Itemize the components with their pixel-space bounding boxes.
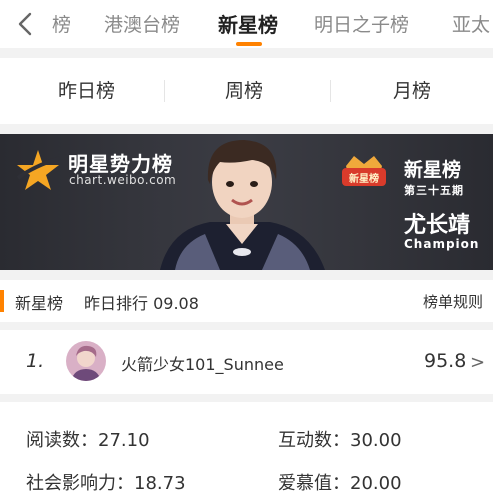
star-logo-icon (14, 148, 62, 196)
stats-panel: 阅读数：27.10 互动数：30.00 社会影响力：18.73 爱慕值：20.0… (0, 402, 493, 503)
section-date: 昨日排行 09.08 (84, 294, 199, 313)
section-accent-bar (0, 290, 4, 312)
divider (164, 80, 165, 102)
back-icon[interactable] (16, 12, 36, 36)
tab-tomorrow-son[interactable]: 明日之子榜 (314, 12, 409, 38)
section-title: 新星榜 (15, 294, 64, 313)
entry-name: 火箭少女101_Sunnee (121, 355, 284, 374)
rank-number: 1. (26, 350, 45, 372)
banner-rank-title: 新星榜 (404, 159, 462, 181)
stat-reading: 阅读数：27.10 (26, 430, 150, 451)
ranking-entry[interactable]: 1. 火箭少女101_Sunnee 95.8 > (0, 330, 493, 394)
tab-asia-pacific[interactable]: 亚太 (452, 12, 490, 38)
svg-text:新星榜: 新星榜 (349, 172, 379, 185)
ranking-header: 新星榜 昨日排行 09.08 榜单规则 (0, 280, 493, 322)
avatar[interactable] (66, 341, 106, 381)
tab-weekly[interactable]: 周榜 (225, 79, 263, 103)
tab-hk-macao-taiwan[interactable]: 港澳台榜 (104, 12, 180, 38)
top-nav: 榜 港澳台榜 新星榜 明日之子榜 亚太 (0, 0, 493, 48)
period-tabs: 昨日榜 周榜 月榜 (0, 58, 493, 124)
banner-champion-label: Champion (404, 237, 480, 251)
new-star-badge-icon: 新星榜 (340, 152, 388, 196)
tab-partial[interactable]: 榜 (52, 12, 71, 38)
tab-new-star[interactable]: 新星榜 (218, 12, 278, 38)
stat-love: 爱慕值：20.00 (278, 473, 402, 494)
tab-yesterday[interactable]: 昨日榜 (58, 79, 115, 103)
banner-winner-name: 尤长靖 (404, 213, 471, 238)
divider (330, 80, 331, 102)
champion-photo (150, 134, 330, 274)
banner-rank-issue: 第三十五期 (404, 184, 464, 197)
chevron-right-icon[interactable]: > (470, 352, 485, 373)
stat-influence: 社会影响力：18.73 (26, 473, 186, 494)
tab-monthly[interactable]: 月榜 (393, 79, 431, 103)
stat-interaction: 互动数：30.00 (278, 430, 402, 451)
ranking-rules-link[interactable]: 榜单规则 (423, 291, 483, 312)
entry-score: 95.8 (424, 350, 467, 372)
active-tab-indicator (236, 42, 262, 46)
